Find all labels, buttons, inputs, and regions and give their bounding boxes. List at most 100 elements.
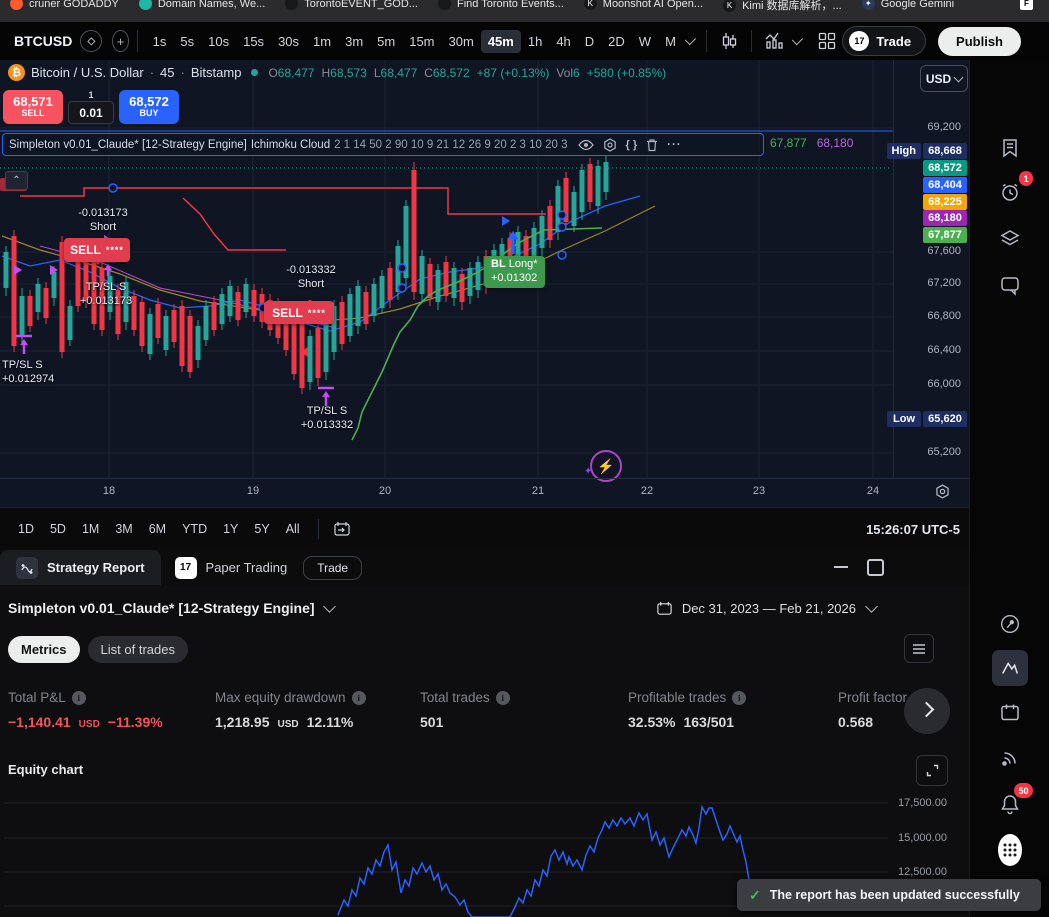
chevron-down-icon[interactable] (685, 33, 696, 44)
info-icon[interactable]: i (732, 691, 746, 705)
market-open-dot[interactable] (251, 69, 258, 76)
apps-grid-menu-icon[interactable] (992, 832, 1028, 868)
delete-trash-icon[interactable] (646, 138, 658, 152)
bookmark-item[interactable]: KMoonshot AI Open... (584, 0, 703, 10)
metric-label: Total tradesi (420, 690, 620, 705)
interval-1s[interactable]: 1s (146, 30, 174, 53)
strategy-tester-panel-icon[interactable] (992, 650, 1028, 686)
interval-D[interactable]: D (578, 30, 601, 53)
range-1d[interactable]: 1D (10, 518, 42, 540)
metric-label: Profitable tradesi (628, 690, 828, 705)
axis-settings-gear-icon[interactable] (935, 484, 950, 499)
bookmark-item[interactable]: F (1020, 0, 1039, 10)
info-icon[interactable]: i (72, 691, 86, 705)
long-order-label[interactable]: BL Long* +0.01302 (484, 256, 545, 288)
bookmark-item[interactable]: ✦Google Gemini (862, 0, 954, 10)
eye-icon[interactable] (578, 139, 594, 151)
indicators-icon[interactable] (760, 27, 790, 55)
source-code-icon[interactable]: { } (626, 139, 638, 151)
metrics-next-button[interactable] (904, 688, 950, 734)
interval-1h[interactable]: 1h (521, 30, 549, 53)
symbol-search-button[interactable]: BTCUSD ◇ (6, 30, 110, 52)
notifications-bell-icon[interactable]: 50 (992, 786, 1028, 822)
candle-body (372, 284, 377, 316)
drag-handle (558, 211, 566, 219)
metric-profitable-trades: Profitable tradesi32.53%163/501 (628, 690, 828, 730)
range-1y[interactable]: 1Y (215, 518, 246, 540)
interval-15s[interactable]: 15s (236, 30, 271, 53)
bookmark-favicon (139, 0, 152, 10)
time-tick: 18 (94, 485, 124, 497)
symbol-legend[interactable]: ₿ Bitcoin / U.S. Dollar · 45 · Bitstamp … (8, 64, 666, 81)
interval-1m[interactable]: 1m (306, 30, 338, 53)
range-5d[interactable]: 5D (42, 518, 74, 540)
strategy-title[interactable]: Simpleton v0.01_Claude* [12-Strategy Eng… (9, 139, 247, 151)
range-ytd[interactable]: YTD (174, 518, 215, 540)
equity-chart-title: Equity chart (8, 762, 83, 777)
sell2-order-label[interactable]: SELL**** (264, 301, 334, 324)
metric-label: Profit factori (838, 690, 910, 705)
expand-equity-icon[interactable] (916, 755, 948, 786)
trade-button[interactable]: 17 Trade (842, 26, 926, 56)
interval-5s[interactable]: 5s (173, 30, 201, 53)
buy-button[interactable]: 68,572BUY (119, 90, 179, 124)
chat-icon[interactable] (992, 267, 1028, 303)
interval-M[interactable]: M (658, 30, 683, 53)
price-axis[interactable]: 69,20067,60067,20066,80066,40066,00065,2… (893, 60, 970, 478)
range-5y[interactable]: 5Y (246, 518, 277, 540)
info-icon[interactable]: i (352, 691, 366, 705)
live-signal-icon[interactable] (992, 740, 1028, 776)
chart-style-icon[interactable] (715, 27, 743, 55)
interval-5m[interactable]: 5m (370, 30, 402, 53)
more-options-icon[interactable]: ··· (667, 139, 682, 151)
settings-gear-icon[interactable] (603, 138, 617, 152)
toast-message: The report has been updated successfully (770, 888, 1020, 902)
sell1-order-label[interactable]: SELL**** (64, 238, 130, 262)
session-clock[interactable]: 15:26:07 UTC-5 (866, 522, 960, 537)
range-1m[interactable]: 1M (74, 518, 107, 540)
sell1-side: Short (48, 221, 158, 233)
goto-date-icon[interactable] (329, 516, 355, 542)
symbol-name[interactable]: Bitcoin / U.S. Dollar (31, 65, 144, 80)
bookmark-item[interactable]: Find Toronto Events... (438, 0, 564, 10)
price-label-prefix: Low (887, 411, 921, 427)
range-6m[interactable]: 6M (141, 518, 174, 540)
bookmark-item[interactable]: cruner GODADDY (10, 0, 119, 10)
interval-15m[interactable]: 15m (402, 30, 441, 53)
layout-grid-icon[interactable] (814, 28, 840, 54)
object-tree-target-icon[interactable] (992, 606, 1028, 642)
interval-3m[interactable]: 3m (338, 30, 370, 53)
bookmark-label: Moonshot AI Open... (603, 0, 703, 10)
bookmark-item[interactable]: TorontoEVENT_GOD... (285, 0, 418, 10)
range-3m[interactable]: 3M (107, 518, 140, 540)
collapse-panel-button[interactable]: ⌃ (5, 171, 28, 190)
info-icon[interactable]: i (496, 691, 510, 705)
interval-W[interactable]: W (632, 30, 658, 53)
strategy-legend-row[interactable]: Simpleton v0.01_Claude* [12-Strategy Eng… (2, 133, 764, 156)
sell-button[interactable]: 68,571SELL (3, 90, 63, 124)
alerts-clock-icon[interactable]: 1 (992, 174, 1028, 210)
price-chart-pane[interactable]: ₿ Bitcoin / U.S. Dollar · 45 · Bitstamp … (0, 60, 970, 507)
publish-button[interactable]: Publish (938, 27, 1021, 56)
interval-30m[interactable]: 30m (442, 30, 481, 53)
sell2-side: Short (256, 278, 366, 290)
candle-body (468, 268, 473, 296)
sell2-tp-value: +0.013332 (277, 419, 377, 431)
quantity-input[interactable]: 0.01 (68, 101, 114, 124)
compare-add-icon[interactable]: + (112, 30, 128, 52)
chevron-down-icon[interactable] (791, 33, 802, 44)
strategy-params: 2 1 14 50 2 90 10 9 21 12 26 9 20 2 3 10… (334, 139, 567, 151)
layers-icon[interactable] (992, 220, 1028, 256)
range-all[interactable]: All (278, 518, 308, 540)
bookmark-item[interactable]: KKimi 数据库解析，... (723, 0, 842, 13)
trade-button-label: Trade (876, 34, 911, 49)
watchlist-notes-icon[interactable] (992, 130, 1028, 166)
interval-45m[interactable]: 45m (481, 30, 521, 53)
interval-30s[interactable]: 30s (271, 30, 306, 53)
bookmark-item[interactable]: Domain Names, We... (139, 0, 265, 10)
interval-4h[interactable]: 4h (549, 30, 577, 53)
interval-10s[interactable]: 10s (201, 30, 236, 53)
interval-2D[interactable]: 2D (601, 30, 632, 53)
time-axis[interactable]: 18192021222324 (0, 478, 970, 507)
calendar-icon[interactable] (992, 695, 1028, 731)
